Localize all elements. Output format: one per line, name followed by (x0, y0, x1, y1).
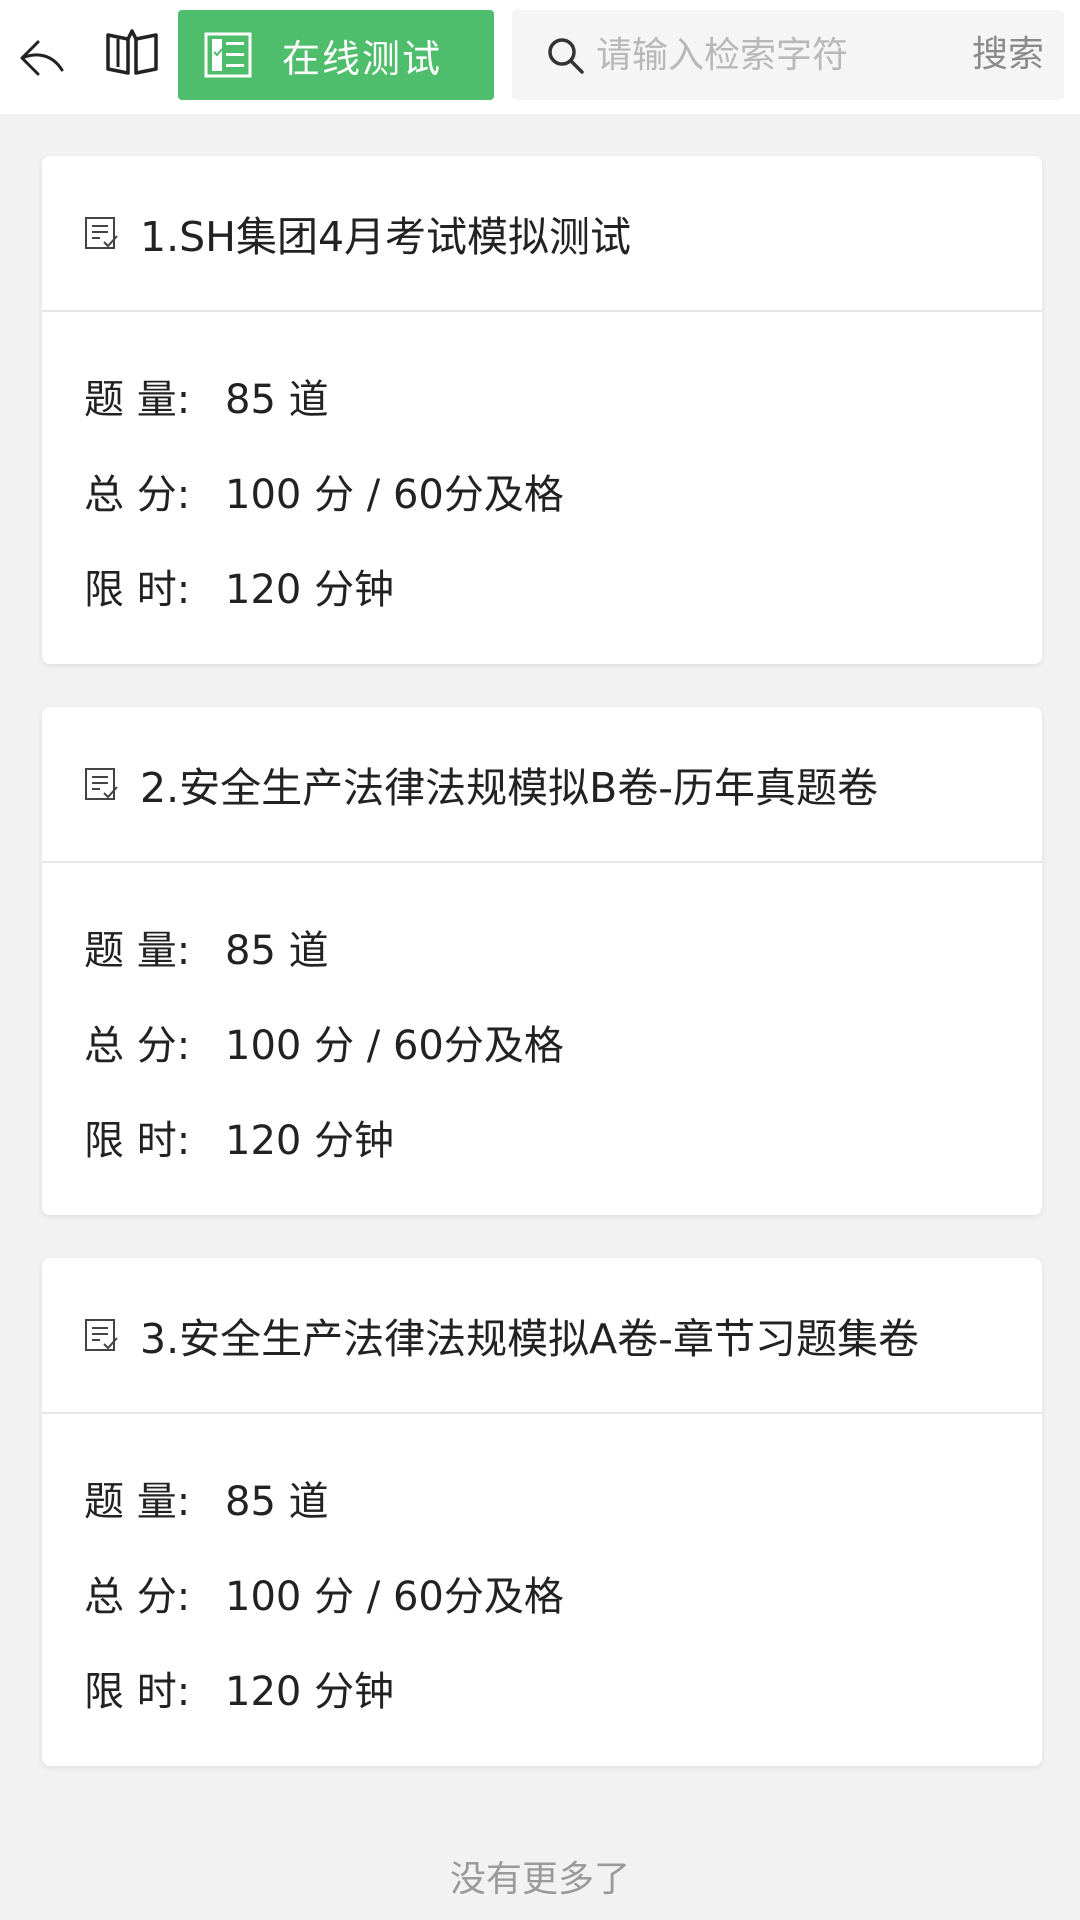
row-value: 100 分 / 60分及格 (225, 1573, 564, 1620)
book-button[interactable] (100, 22, 164, 82)
row-label: 限 时: (84, 566, 191, 613)
exam-card-header: 2.安全生产法律法规模拟B卷-历年真题卷 (42, 707, 1042, 863)
exam-title: 1.SH集团4月考试模拟测试 (140, 213, 632, 261)
document-icon (82, 213, 122, 253)
total-score-row: 总 分: 100 分 / 60分及格 (84, 443, 1042, 538)
row-label: 总 分: (84, 471, 191, 518)
time-limit-row: 限 时: 120 分钟 (84, 1640, 1042, 1735)
search-box: 搜索 (512, 10, 1064, 100)
row-value: 120 分钟 (225, 566, 395, 613)
top-toolbar: 在线测试 搜索 (0, 0, 1080, 114)
row-value: 85 道 (225, 927, 329, 974)
time-limit-row: 限 时: 120 分钟 (84, 538, 1042, 633)
row-value: 100 分 / 60分及格 (225, 1022, 564, 1069)
row-value: 85 道 (225, 1478, 329, 1525)
row-value: 85 道 (225, 376, 329, 423)
row-label: 题 量: (84, 927, 191, 974)
row-label: 限 时: (84, 1668, 191, 1715)
row-label: 总 分: (84, 1022, 191, 1069)
exam-card-header: 1.SH集团4月考试模拟测试 (42, 156, 1042, 312)
row-label: 题 量: (84, 376, 191, 423)
tab-label: 在线测试 (282, 36, 443, 81)
search-icon (548, 38, 584, 74)
exam-card-header: 3.安全生产法律法规模拟A卷-章节习题集卷 (42, 1258, 1042, 1414)
no-more-text: 没有更多了 (449, 1859, 630, 1900)
row-label: 题 量: (84, 1478, 191, 1525)
document-icon (82, 764, 122, 804)
tab-online-test[interactable]: 在线测试 (178, 10, 494, 100)
open-book-icon (106, 29, 158, 75)
exam-title: 2.安全生产法律法规模拟B卷-历年真题卷 (140, 764, 879, 812)
exam-title: 3.安全生产法律法规模拟A卷-章节习题集卷 (140, 1315, 919, 1363)
total-score-row: 总 分: 100 分 / 60分及格 (84, 1545, 1042, 1640)
total-score-row: 总 分: 100 分 / 60分及格 (84, 994, 1042, 1089)
search-button[interactable]: 搜索 (972, 30, 1044, 80)
document-icon (82, 1315, 122, 1355)
exam-card-body: 题 量: 85 道 总 分: 100 分 / 60分及格 限 时: 120 分钟 (42, 863, 1042, 1184)
time-limit-row: 限 时: 120 分钟 (84, 1089, 1042, 1184)
row-label: 总 分: (84, 1573, 191, 1620)
test-list-icon (204, 31, 252, 79)
question-count-row: 题 量: 85 道 (84, 1450, 1042, 1545)
search-input[interactable] (596, 28, 936, 82)
row-value: 120 分钟 (225, 1117, 395, 1164)
exam-card-body: 题 量: 85 道 总 分: 100 分 / 60分及格 限 时: 120 分钟 (42, 1414, 1042, 1735)
exam-card[interactable]: 2.安全生产法律法规模拟B卷-历年真题卷 题 量: 85 道 总 分: 100 … (42, 707, 1042, 1215)
row-value: 120 分钟 (225, 1668, 395, 1715)
question-count-row: 题 量: 85 道 (84, 899, 1042, 994)
row-value: 100 分 / 60分及格 (225, 471, 564, 518)
exam-card[interactable]: 3.安全生产法律法规模拟A卷-章节习题集卷 题 量: 85 道 总 分: 100… (42, 1258, 1042, 1766)
back-arrow-icon (20, 40, 64, 76)
back-button[interactable] (14, 30, 70, 86)
row-label: 限 时: (84, 1117, 191, 1164)
question-count-row: 题 量: 85 道 (84, 348, 1042, 443)
exam-card-body: 题 量: 85 道 总 分: 100 分 / 60分及格 限 时: 120 分钟 (42, 312, 1042, 633)
exam-card[interactable]: 1.SH集团4月考试模拟测试 题 量: 85 道 总 分: 100 分 / 60… (42, 156, 1042, 664)
exam-list: 1.SH集团4月考试模拟测试 题 量: 85 道 总 分: 100 分 / 60… (42, 156, 1042, 1809)
